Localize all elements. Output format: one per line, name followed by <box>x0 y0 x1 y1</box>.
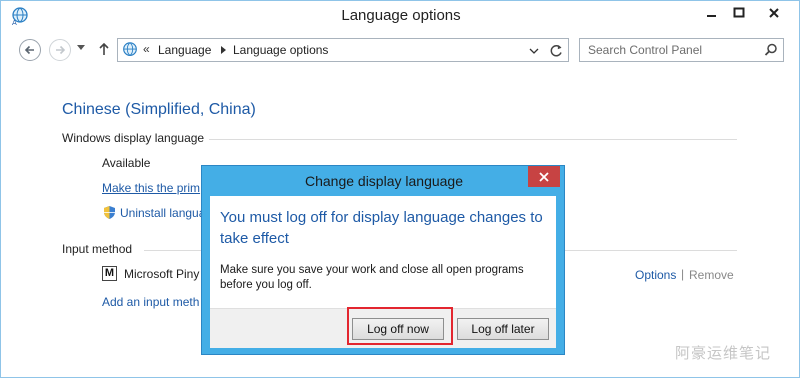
log-off-later-button[interactable]: Log off later <box>457 318 549 340</box>
availability-status: Available <box>102 156 151 170</box>
breadcrumb-language-options[interactable]: Language options <box>233 43 328 57</box>
close-icon <box>769 8 779 18</box>
address-bar[interactable]: « Language Language options <box>117 38 569 62</box>
up-arrow-icon[interactable] <box>98 42 110 56</box>
add-input-method-link[interactable]: Add an input meth <box>102 295 199 309</box>
search-icon[interactable] <box>764 43 778 57</box>
watermark-text: 阿豪运维笔记 <box>675 345 772 362</box>
highlight-annotation-box <box>347 307 453 345</box>
language-title: Chinese (Simplified, China) <box>62 101 256 118</box>
search-box[interactable] <box>579 38 784 62</box>
maximize-icon <box>733 7 745 18</box>
search-input[interactable] <box>580 39 760 61</box>
close-window-button[interactable] <box>753 3 795 23</box>
navigation-bar: « Language Language options <box>1 35 799 65</box>
breadcrumb-separator-icon[interactable] <box>221 46 227 54</box>
remove-input-method-link[interactable]: Remove <box>689 268 734 282</box>
language-globe-icon <box>123 42 137 56</box>
breadcrumb-language[interactable]: Language <box>158 43 211 57</box>
arrow-left-icon <box>24 45 34 55</box>
input-method-icon: M <box>102 266 117 281</box>
dialog-message: Make sure you save your work and close a… <box>220 264 524 291</box>
uninstall-language-link[interactable]: Uninstall langua <box>120 206 205 220</box>
dialog-heading: You must log off for display language ch… <box>220 209 543 247</box>
input-method-section-label: Input method <box>62 242 133 256</box>
arrow-right-icon <box>56 45 66 55</box>
dialog-close-button[interactable] <box>528 166 560 187</box>
refresh-icon[interactable] <box>548 43 564 59</box>
input-method-name: Microsoft Piny <box>124 267 200 281</box>
uac-shield-icon <box>104 206 115 219</box>
recent-pages-dropdown[interactable] <box>77 45 85 51</box>
window-title: Language options <box>341 7 461 24</box>
close-icon <box>539 171 549 182</box>
input-method-options-link[interactable]: Options <box>635 268 676 282</box>
dialog-title: Change display language <box>304 173 463 189</box>
display-language-section-label: Windows display language <box>62 131 205 145</box>
dialog-body: You must log off for display language ch… <box>210 196 556 308</box>
make-primary-language-link[interactable]: Make this the prim <box>102 181 200 195</box>
control-panel-window: A Language options « Language Language o… <box>0 0 800 378</box>
chevron-down-icon[interactable] <box>529 48 539 54</box>
address-overflow-chevron[interactable]: « <box>143 42 150 56</box>
link-separator: | <box>681 267 685 281</box>
minimize-button[interactable] <box>697 3 727 23</box>
maximize-button[interactable] <box>724 3 754 23</box>
title-bar: A Language options <box>1 1 799 31</box>
section-divider <box>209 139 737 140</box>
minimize-icon <box>707 15 716 17</box>
forward-button[interactable] <box>49 39 71 61</box>
back-button[interactable] <box>19 39 41 61</box>
